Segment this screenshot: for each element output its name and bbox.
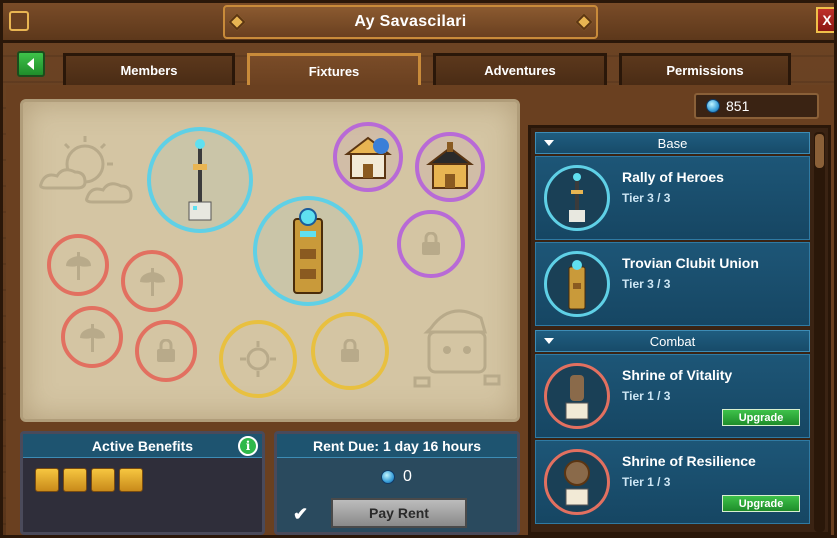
list-scrollbar[interactable] — [814, 132, 825, 532]
benefit-trophy-icon[interactable] — [35, 468, 59, 492]
fixtures-list-panel: Base Rally of Heroes Tier 3 / 3 Trovian … — [528, 125, 831, 535]
currency-amount: 851 — [726, 98, 750, 114]
rent-amount: 0 — [381, 468, 412, 486]
combat-slot-empty[interactable] — [61, 306, 123, 368]
locked-slot — [135, 320, 197, 382]
lock-icon — [422, 232, 440, 255]
fixtures-content: 851 Base Rally of Heroes Tier 3 / 3 Trov… — [6, 85, 834, 535]
titlebar: Ay Savascilari X — [3, 3, 834, 43]
fixture-slot-house-gold[interactable] — [415, 132, 485, 202]
benefit-medal-icon[interactable] — [63, 468, 87, 492]
gem-icon — [381, 470, 395, 484]
section-title: Base — [657, 135, 688, 151]
tower-fixture-icon — [188, 139, 212, 221]
collapse-arrow-icon — [544, 140, 554, 146]
tab-permissions[interactable]: Permissions — [619, 53, 791, 85]
locked-slot — [397, 210, 465, 278]
currency-display: 851 — [694, 93, 819, 119]
trovian-clubit-union-icon — [544, 251, 610, 317]
lock-icon — [157, 339, 175, 362]
upgrade-button[interactable]: Upgrade — [722, 409, 800, 426]
rent-due-header: Rent Due: 1 day 16 hours — [277, 434, 517, 458]
tab-fixtures[interactable]: Fixtures — [247, 53, 421, 87]
list-item-trovian-clubit-union[interactable]: Trovian Clubit Union Tier 3 / 3 — [535, 242, 810, 326]
house-fixture-icon — [344, 136, 392, 179]
combat-slot-empty[interactable] — [47, 234, 109, 296]
corner-ornament-icon — [9, 11, 29, 31]
benefit-boot-icon[interactable] — [91, 468, 115, 492]
axe-icon — [66, 252, 91, 280]
sun-clouds-icon — [39, 136, 133, 204]
rent-amount-value: 0 — [403, 468, 412, 485]
fixture-map — [20, 99, 520, 422]
fixture-slot-house-blue[interactable] — [333, 122, 403, 192]
diamond-ornament-icon — [575, 13, 593, 31]
window-title: Ay Savascilari — [354, 13, 467, 30]
fixture-name: Trovian Clubit Union — [622, 255, 759, 271]
section-header-base[interactable]: Base — [535, 132, 810, 154]
fixture-tier: Tier 3 / 3 — [622, 277, 671, 291]
scroll-thumb[interactable] — [815, 134, 824, 168]
clubit-tower-icon — [293, 208, 323, 294]
fixture-slot-rally-of-heroes[interactable] — [147, 127, 253, 233]
tab-members[interactable]: Members — [63, 53, 235, 85]
fixture-name: Shrine of Vitality — [622, 367, 733, 383]
active-benefits-header: Active Benefits i — [23, 434, 262, 458]
section-header-combat[interactable]: Combat — [535, 330, 810, 352]
combat-slot-empty[interactable] — [121, 250, 183, 312]
gathering-slot-empty[interactable] — [219, 320, 297, 398]
house-fixture-icon — [426, 142, 474, 189]
locked-slot — [311, 312, 389, 390]
fixture-name: Rally of Heroes — [622, 169, 724, 185]
back-arrow-icon — [27, 58, 34, 70]
list-item-rally-of-heroes[interactable]: Rally of Heroes Tier 3 / 3 — [535, 156, 810, 240]
diamond-ornament-icon — [228, 13, 246, 31]
gem-icon — [706, 99, 720, 113]
fixture-name: Shrine of Resilience — [622, 453, 756, 469]
pay-rent-button[interactable]: Pay Rent — [331, 498, 467, 528]
checkmark-icon: ✔ — [293, 504, 309, 524]
title-plate: Ay Savascilari — [223, 5, 598, 39]
close-button[interactable]: X — [816, 7, 834, 33]
info-icon[interactable]: i — [238, 436, 258, 456]
upgrade-button[interactable]: Upgrade — [722, 495, 800, 512]
fixture-slot-trovian-clubit-union[interactable] — [253, 196, 363, 306]
list-item-shrine-of-vitality[interactable]: Shrine of Vitality Tier 1 / 3 Upgrade — [535, 354, 810, 438]
tab-adventures[interactable]: Adventures — [433, 53, 607, 85]
shrine-of-resilience-icon — [544, 449, 610, 515]
benefit-icons-row — [23, 458, 262, 502]
fixture-tier: Tier 1 / 3 — [622, 475, 671, 489]
club-fixtures-window: Ay Savascilari X Members Fixtures Advent… — [0, 0, 837, 538]
lock-icon — [341, 339, 359, 362]
active-benefits-title: Active Benefits — [91, 437, 194, 454]
shrine-of-vitality-icon — [544, 363, 610, 429]
fixture-tier: Tier 1 / 3 — [622, 389, 671, 403]
rent-panel: Rent Due: 1 day 16 hours 0 ✔ Pay Rent — [274, 431, 520, 535]
axe-icon — [140, 268, 165, 296]
rally-of-heroes-icon — [544, 165, 610, 231]
collapse-arrow-icon — [544, 338, 554, 344]
benefit-chest-icon[interactable] — [119, 468, 143, 492]
builder-mascot-icon — [413, 309, 501, 388]
sun-badge-icon — [240, 341, 276, 377]
back-button[interactable] — [17, 51, 45, 77]
active-benefits-panel: Active Benefits i — [20, 431, 265, 535]
section-title: Combat — [649, 333, 696, 349]
axe-icon — [80, 324, 105, 352]
fixture-tier: Tier 3 / 3 — [622, 191, 671, 205]
list-item-shrine-of-resilience[interactable]: Shrine of Resilience Tier 1 / 3 Upgrade — [535, 440, 810, 524]
